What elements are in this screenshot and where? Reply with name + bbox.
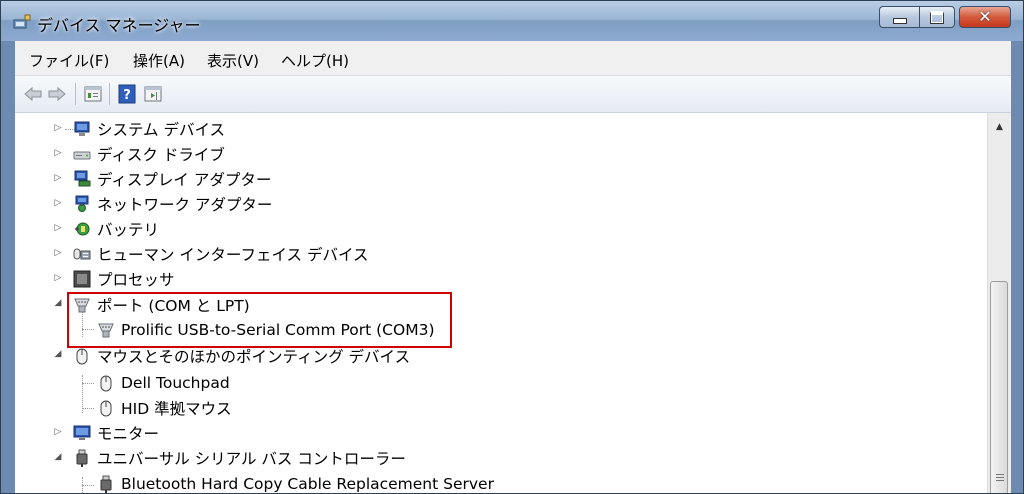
collapse-arrow-icon[interactable]: ◢: [53, 349, 63, 359]
scroll-up-button[interactable]: ▲: [988, 117, 1011, 137]
tree-item-label: システム デバイス: [97, 121, 225, 139]
tree-item-label: ユニバーサル シリアル バス コントローラー: [97, 450, 406, 468]
collapse-arrow-icon[interactable]: ◢: [53, 298, 63, 308]
tree-item-label: バッテリ: [97, 221, 160, 239]
mouse-icon: [100, 375, 112, 392]
collapse-arrow-icon[interactable]: ◢: [53, 452, 63, 462]
tree-item-label: プロセッサ: [97, 271, 175, 289]
tree-item-bluetooth-hcrp[interactable]: Bluetooth Hard Copy Cable Replacement Se…: [97, 472, 494, 493]
toolbar-separator: [109, 83, 110, 105]
display-adapter-icon: [74, 170, 91, 187]
menu-action[interactable]: 操作(A): [133, 50, 185, 71]
toolbar: ?: [15, 76, 1011, 113]
tree-item-dell-touchpad[interactable]: Dell Touchpad: [97, 371, 230, 395]
vertical-scrollbar[interactable]: ▲: [987, 113, 1011, 493]
tree-item-system-devices[interactable]: システム デバイス: [73, 117, 225, 141]
expand-arrow-icon[interactable]: ▷: [53, 148, 63, 158]
scroll-up-arrow-icon: ▲: [996, 122, 1003, 132]
close-icon: ✕: [978, 7, 992, 26]
menu-bar: ファイル(F) 操作(A) 表示(V) ヘルプ(H): [15, 41, 1011, 76]
network-adapter-icon: [75, 195, 89, 212]
monitor-icon: [73, 425, 91, 440]
tree-item-display-adapters[interactable]: ディスプレイ アダプター: [73, 167, 271, 191]
expand-arrow-icon[interactable]: ▷: [53, 123, 63, 133]
tree-connector: [82, 485, 94, 486]
tree-item-label: HID 準拠マウス: [121, 400, 232, 418]
tree-connector: [82, 383, 94, 384]
toolbar-separator: [75, 83, 76, 105]
menu-file[interactable]: ファイル(F): [29, 50, 109, 71]
expand-arrow-icon[interactable]: ▷: [53, 427, 63, 437]
maximize-icon: [930, 10, 944, 24]
disk-drive-icon: [73, 151, 91, 160]
scrollbar-thumb[interactable]: [990, 281, 1008, 493]
tree-item-label: ネットワーク アダプター: [97, 196, 273, 214]
tree-item-label: Bluetooth Hard Copy Cable Replacement Se…: [121, 475, 494, 493]
expand-arrow-icon[interactable]: ▷: [53, 223, 63, 233]
hid-icon: [73, 248, 91, 260]
menu-help[interactable]: ヘルプ(H): [281, 50, 349, 71]
tree-item-hid-mouse[interactable]: HID 準拠マウス: [97, 396, 232, 420]
tree-connector: [82, 408, 94, 409]
battery-icon: [75, 222, 90, 236]
device-manager-icon: [13, 14, 31, 29]
usb-icon: [100, 475, 112, 493]
usb-icon: [76, 449, 88, 467]
tree-item-disk-drives[interactable]: ディスク ドライブ: [73, 142, 225, 166]
maximize-button[interactable]: [919, 6, 955, 28]
tree-item-hid[interactable]: ヒューマン インターフェイス デバイス: [73, 242, 369, 266]
device-manager-window: デバイス マネージャー ✕ ファイル(F) 操作(A) 表示(V) ヘルプ(H)…: [0, 0, 1024, 494]
tree-item-processors[interactable]: プロセッサ: [73, 267, 175, 291]
back-arrow-icon[interactable]: [23, 84, 43, 104]
tree-item-label: マウスとそのほかのポインティング デバイス: [97, 348, 411, 366]
help-icon[interactable]: ?: [117, 84, 137, 104]
tree-item-monitors[interactable]: モニター: [73, 421, 159, 445]
svg-text:?: ?: [123, 88, 131, 103]
window-title: デバイス マネージャー: [37, 16, 201, 35]
device-tree[interactable]: ▷ システム デバイス ▷ ディスク ドライブ ▷ ディスプレイ アダプター ▷…: [15, 113, 1011, 493]
tree-item-battery[interactable]: バッテリ: [73, 217, 159, 241]
forward-arrow-icon[interactable]: [47, 84, 67, 104]
minimize-icon: [892, 18, 907, 24]
close-button[interactable]: ✕: [959, 6, 1011, 28]
properties-icon[interactable]: [83, 84, 103, 104]
tree-item-label: Dell Touchpad: [121, 374, 230, 392]
menu-view[interactable]: 表示(V): [207, 50, 259, 71]
title-bar[interactable]: デバイス マネージャー ✕: [1, 1, 1023, 41]
tree-item-label: ディスク ドライブ: [97, 146, 225, 164]
expand-arrow-icon[interactable]: ▷: [53, 198, 63, 208]
expand-arrow-icon[interactable]: ▷: [53, 273, 63, 283]
tree-item-label: ヒューマン インターフェイス デバイス: [97, 246, 369, 264]
highlight-box: [67, 292, 452, 348]
grip-icon: [996, 474, 1004, 482]
tree-item-usb-controllers[interactable]: ユニバーサル シリアル バス コントローラー: [73, 446, 406, 470]
expand-arrow-icon[interactable]: ▷: [53, 248, 63, 258]
mouse-icon: [100, 400, 112, 417]
processor-icon: [73, 270, 91, 288]
action-pane-icon[interactable]: [143, 84, 163, 104]
mouse-icon: [76, 348, 88, 365]
expand-arrow-icon[interactable]: ▷: [53, 173, 63, 183]
minimize-button[interactable]: [879, 6, 919, 28]
system-device-icon: [74, 121, 90, 136]
tree-item-label: モニター: [97, 425, 160, 443]
tree-item-network-adapters[interactable]: ネットワーク アダプター: [73, 192, 272, 216]
tree-item-label: ディスプレイ アダプター: [97, 171, 272, 189]
